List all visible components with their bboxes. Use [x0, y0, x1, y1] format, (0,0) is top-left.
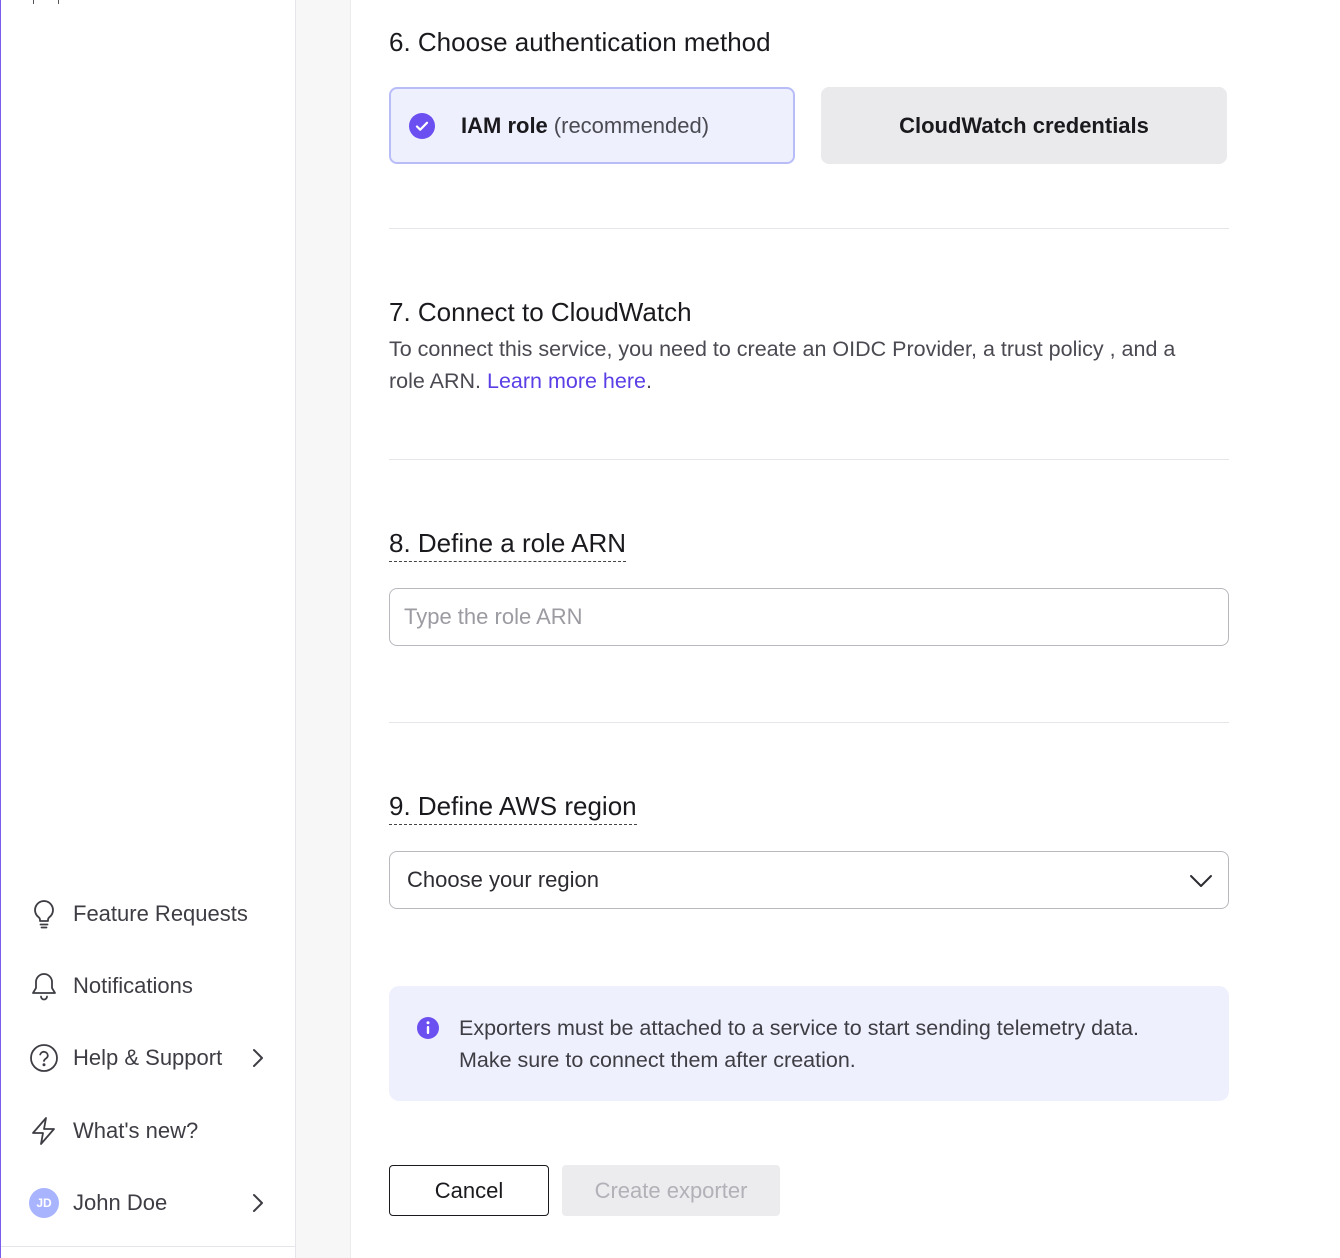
auth-option-subtitle: (recommended)	[553, 112, 710, 138]
section-heading-role-arn[interactable]: 8. Define a role ARN	[389, 528, 627, 562]
section-divider	[389, 722, 1229, 723]
auth-option-title: CloudWatch credentials	[899, 112, 1149, 138]
question-circle-icon	[29, 1043, 59, 1073]
connect-suffix: .	[645, 369, 652, 393]
sidebar-item-label: Feature Requests	[73, 901, 248, 926]
sidebar-item-notifications[interactable]: Notifications	[29, 966, 279, 1006]
auth-option-iam-role[interactable]: IAM role (recommended)	[389, 87, 795, 164]
create-exporter-button[interactable]: Create exporter	[562, 1165, 780, 1216]
learn-more-link[interactable]: Learn more here	[487, 369, 646, 393]
sidebar-item-label: Help & Support	[73, 1045, 223, 1070]
sidebar: Feature Requests Notifications Help & Su…	[0, 0, 296, 1258]
sidebar-item-help-support[interactable]: Help & Support	[29, 1038, 279, 1078]
section-heading-connect: 7. Connect to CloudWatch	[389, 297, 692, 327]
user-name: John Doe	[73, 1190, 168, 1215]
auth-option-cloudwatch-credentials[interactable]: CloudWatch credentials	[821, 87, 1227, 164]
avatar-wrapper: JD	[29, 1188, 59, 1218]
sidebar-item-label: What's new?	[73, 1118, 199, 1143]
cancel-button[interactable]: Cancel	[389, 1165, 549, 1216]
lightbulb-icon	[29, 899, 59, 929]
role-arn-input[interactable]	[389, 588, 1229, 646]
lightning-icon	[29, 1116, 59, 1146]
info-icon	[416, 1016, 440, 1040]
app-icon-fragment	[33, 0, 59, 4]
section-heading-region[interactable]: 9. Define AWS region	[389, 791, 637, 825]
sidebar-divider	[1, 1246, 295, 1247]
sidebar-item-feature-requests[interactable]: Feature Requests	[29, 894, 279, 934]
region-select-value: Choose your region	[407, 867, 600, 892]
info-banner: Exporters must be attached to a service …	[389, 986, 1229, 1101]
bell-icon	[29, 971, 59, 1001]
section-heading-auth: 6. Choose authentication method	[389, 27, 771, 57]
sidebar-user-menu[interactable]: JD John Doe	[29, 1183, 279, 1223]
region-select[interactable]: Choose your region	[389, 851, 1229, 909]
sidebar-item-label: Notifications	[73, 973, 193, 998]
chevron-down-icon	[1188, 869, 1214, 893]
section-divider	[389, 228, 1229, 229]
check-circle-icon	[409, 112, 435, 139]
chevron-right-icon	[245, 1046, 269, 1070]
info-text: Exporters must be attached to a service …	[459, 1016, 1139, 1072]
section-divider	[389, 459, 1229, 460]
content-gutter	[296, 0, 351, 1258]
connect-description: To connect this service, you need to cre…	[389, 333, 1209, 397]
chevron-right-icon	[245, 1191, 269, 1215]
avatar: JD	[29, 1188, 59, 1218]
auth-option-title: IAM role	[461, 112, 548, 138]
sidebar-item-whats-new[interactable]: What's new?	[29, 1111, 279, 1151]
